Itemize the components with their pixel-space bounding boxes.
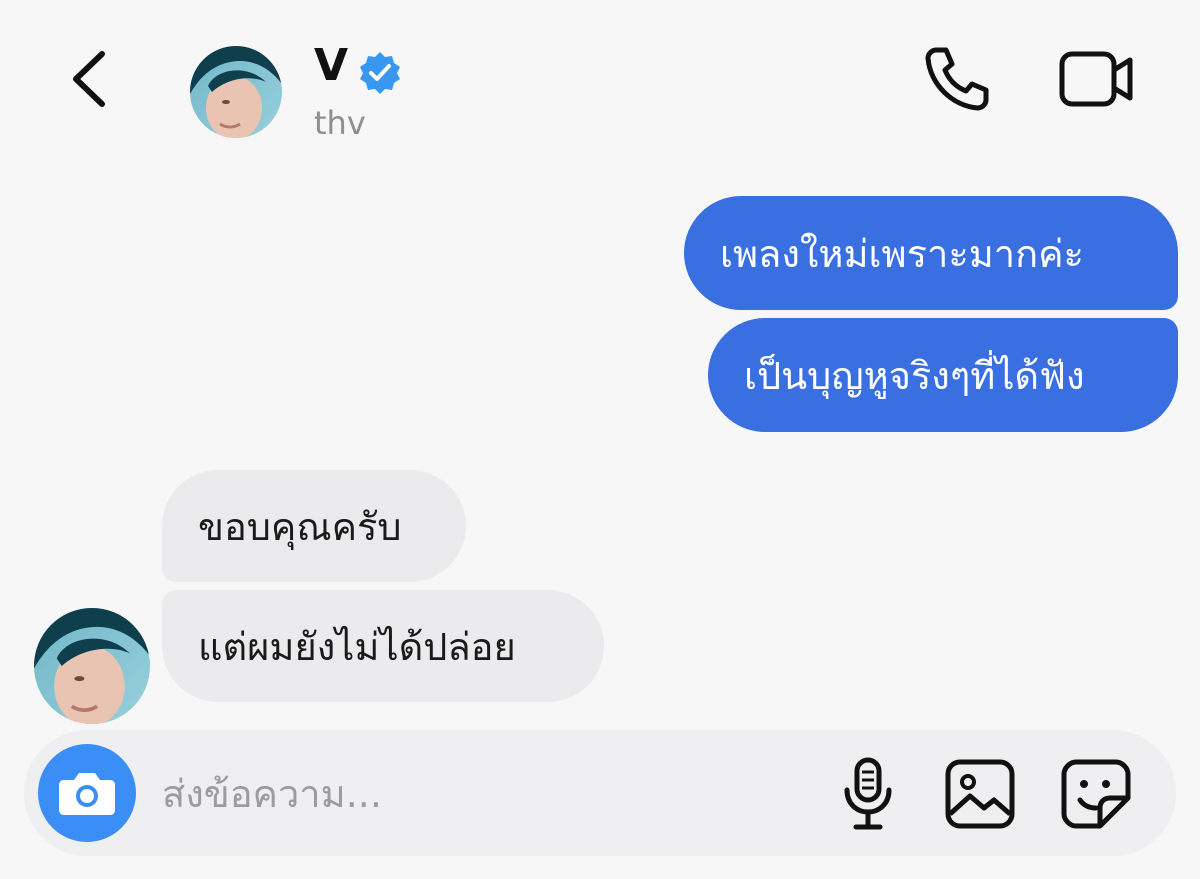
message-input[interactable] (160, 760, 804, 828)
profile-avatar[interactable] (190, 46, 282, 138)
voice-message-button[interactable] (840, 756, 896, 832)
chevron-left-icon (73, 51, 105, 107)
message-text: เพลงใหม่เพราะมากค่ะ (720, 231, 1084, 276)
message-composer (24, 730, 1176, 856)
video-call-button[interactable] (1058, 48, 1136, 110)
sticker-icon (1061, 759, 1131, 829)
contact-name: V (314, 40, 349, 91)
voice-call-button[interactable] (922, 44, 992, 114)
message-text: เป็นบุญหูจริงๆที่ได้ฟัง (744, 353, 1085, 398)
phone-icon (925, 47, 989, 111)
sticker-button[interactable] (1060, 758, 1132, 830)
camera-icon (59, 773, 115, 815)
verified-badge-icon (358, 50, 402, 94)
video-camera-icon (1059, 51, 1133, 107)
camera-button[interactable] (38, 744, 136, 842)
incoming-message[interactable]: ขอบคุณครับ (162, 470, 466, 582)
message-text: ขอบคุณครับ (198, 504, 402, 549)
outgoing-message[interactable]: เป็นบุญหูจริงๆที่ได้ฟัง (708, 318, 1178, 432)
contact-username: thv (314, 104, 366, 142)
image-icon (945, 759, 1015, 829)
message-text: แต่ผมยังไม่ได้ปล่อย (198, 624, 516, 669)
incoming-message[interactable]: แต่ผมยังไม่ได้ปล่อย (162, 590, 604, 702)
back-button[interactable] (62, 44, 122, 114)
sender-avatar[interactable] (34, 608, 150, 724)
chat-header: V thv (0, 0, 1200, 160)
outgoing-message[interactable]: เพลงใหม่เพราะมากค่ะ (684, 196, 1178, 310)
gallery-button[interactable] (944, 758, 1016, 830)
microphone-icon (844, 757, 892, 830)
